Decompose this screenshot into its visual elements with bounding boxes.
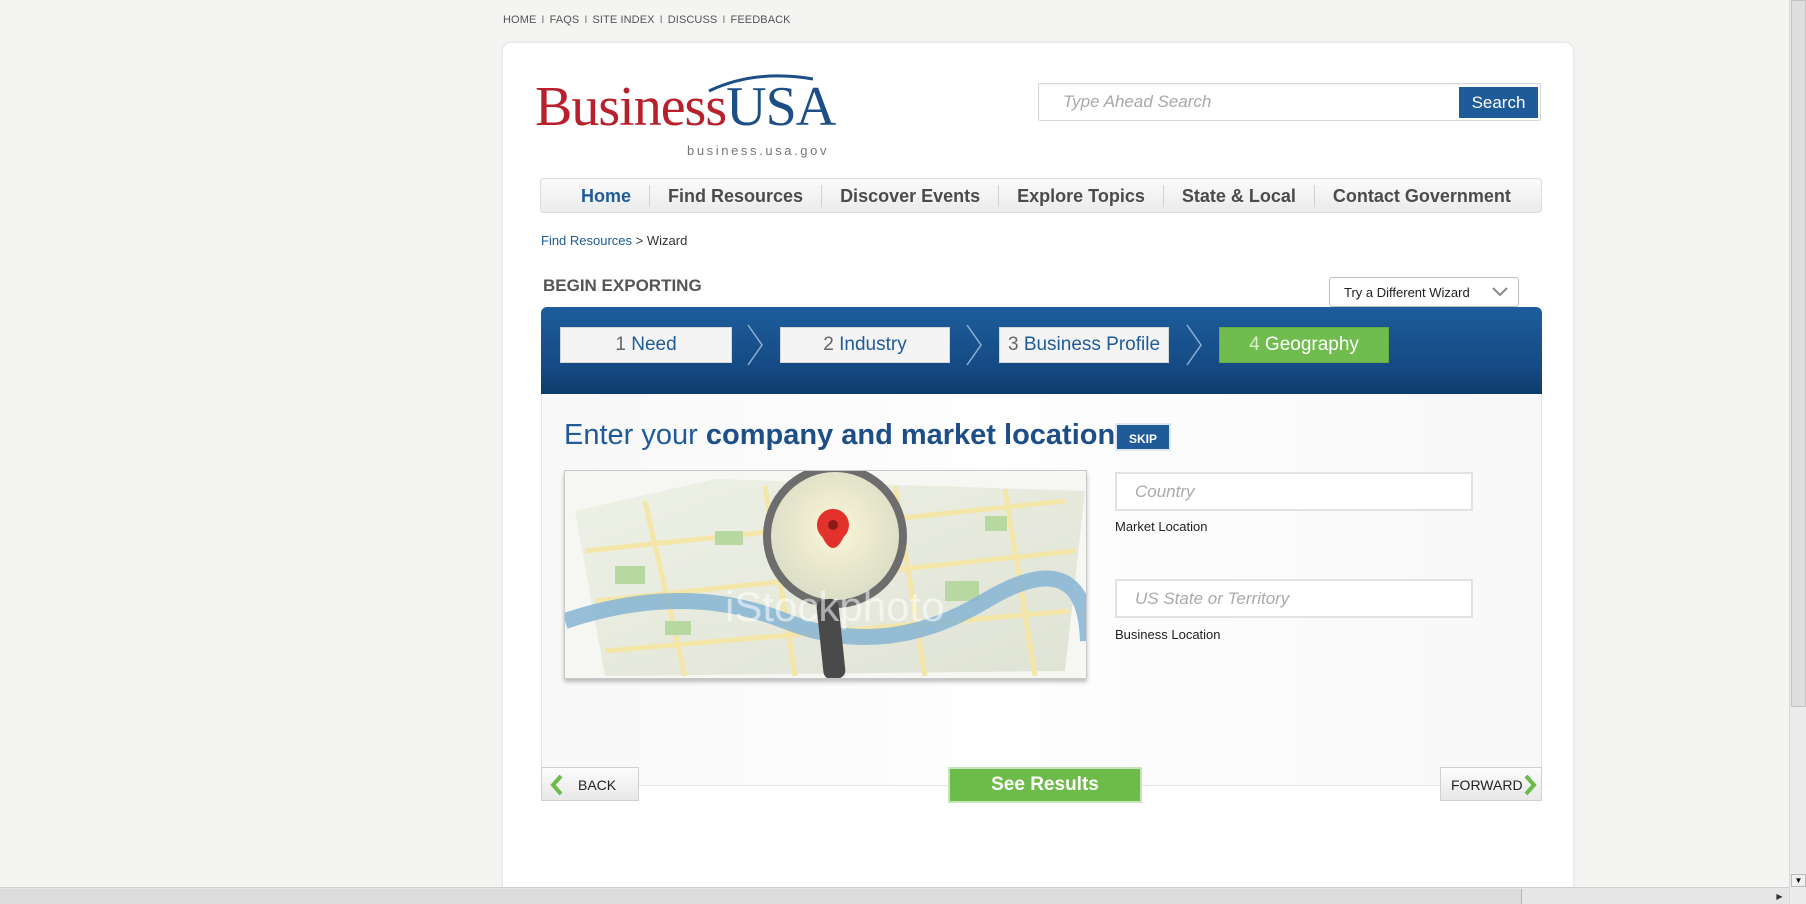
logo-usa: USA <box>726 76 836 138</box>
logo-business: Business <box>535 76 727 138</box>
headline-plain: Enter your <box>564 419 698 451</box>
utility-link-feedback[interactable]: FEEDBACK <box>731 14 791 26</box>
separator: I <box>722 14 726 26</box>
chevron-right-icon <box>1186 324 1202 366</box>
scroll-right-arrow-icon[interactable]: ▶ <box>1770 889 1789 904</box>
market-location-label: Market Location <box>1115 519 1208 534</box>
chevron-right-icon <box>747 324 763 366</box>
step-label: Business Profile <box>1023 334 1161 355</box>
horizontal-scroll-thumb[interactable] <box>0 889 1522 904</box>
scroll-down-arrow-icon[interactable]: ▼ <box>1791 874 1806 887</box>
utility-link-home[interactable]: HOME <box>503 14 536 26</box>
chevron-right-icon <box>1524 774 1537 796</box>
wizard-select-dropdown[interactable]: Try a Different Wizard <box>1329 277 1519 307</box>
wizard-steps-bar: 1 Need 2 Industry 3 Business Profile 4 G… <box>541 307 1542 394</box>
back-label: BACK <box>578 777 617 793</box>
vertical-scroll-thumb[interactable] <box>1791 0 1806 707</box>
step-headline: Enter your company and market location <box>564 419 1115 452</box>
nav-state-local[interactable]: State & Local <box>1162 184 1314 207</box>
utility-nav: HOME I FAQS I SITE INDEX I DISCUSS I FEEDBACK <box>503 14 791 26</box>
logo-domain: business.usa.gov <box>687 143 830 158</box>
image-watermark: iStockphoto <box>725 583 945 630</box>
breadcrumb: Find Resources > Wizard <box>541 233 687 248</box>
country-input[interactable] <box>1117 474 1471 509</box>
country-field <box>1115 472 1473 511</box>
see-results-button[interactable]: See Results <box>948 767 1142 803</box>
separator: I <box>659 14 663 26</box>
section-title: BEGIN EXPORTING <box>543 276 702 295</box>
horizontal-scrollbar[interactable]: ▶ <box>0 887 1789 904</box>
chevron-left-icon <box>550 774 563 796</box>
breadcrumb-separator: > <box>635 233 644 248</box>
map-magnifier-image: iStockphoto <box>564 470 1087 679</box>
chevron-right-icon <box>966 324 982 366</box>
breadcrumb-current: Wizard <box>646 233 688 248</box>
breadcrumb-find-resources[interactable]: Find Resources <box>541 233 632 248</box>
step-label: Need <box>631 334 677 355</box>
nav-find-resources[interactable]: Find Resources <box>649 184 821 207</box>
map-illustration <box>565 471 1086 678</box>
forward-label: FORWARD <box>1451 777 1523 793</box>
business-location-label: Business Location <box>1115 627 1221 642</box>
vertical-scrollbar[interactable]: ▼ <box>1789 0 1806 904</box>
search-box: Search <box>1038 83 1541 121</box>
wizard-panel: Enter your company and market location S… <box>541 394 1542 803</box>
skip-button[interactable]: SKIP <box>1115 423 1171 451</box>
nav-explore-topics[interactable]: Explore Topics <box>998 184 1163 207</box>
nav-home[interactable]: Home <box>563 185 649 207</box>
utility-link-site-index[interactable]: SITE INDEX <box>592 14 654 26</box>
headline-bold: company and market location <box>705 419 1116 451</box>
step-number: 2 <box>823 334 834 355</box>
step-number: 3 <box>1007 334 1019 355</box>
search-input[interactable] <box>1047 88 1447 116</box>
step-industry[interactable]: 2 Industry <box>780 327 950 363</box>
chevron-down-icon <box>1492 287 1508 297</box>
search-button[interactable]: Search <box>1459 87 1538 118</box>
forward-button[interactable]: FORWARD <box>1440 767 1542 801</box>
state-field <box>1115 579 1473 618</box>
nav-discover-events[interactable]: Discover Events <box>821 184 998 207</box>
utility-link-discuss[interactable]: DISCUSS <box>668 14 718 26</box>
step-geography[interactable]: 4 Geography <box>1219 327 1389 363</box>
logo-wordmark: BusinessUSA <box>535 76 836 138</box>
utility-link-faqs[interactable]: FAQS <box>550 14 580 26</box>
step-label: Industry <box>839 334 907 355</box>
main-nav: Home Find Resources Discover Events Expl… <box>540 178 1542 213</box>
main-card: BusinessUSA business.usa.gov Search Home… <box>503 43 1573 893</box>
separator: I <box>541 14 545 26</box>
step-number: 4 <box>1249 334 1260 355</box>
businessusa-logo[interactable]: BusinessUSA business.usa.gov <box>535 71 845 158</box>
back-button[interactable]: BACK <box>541 767 639 801</box>
step-business-profile[interactable]: 3 Business Profile <box>999 327 1169 363</box>
separator: I <box>584 14 588 26</box>
step-number: 1 <box>615 334 626 355</box>
step-need[interactable]: 1 Need <box>560 327 732 363</box>
nav-contact-government[interactable]: Contact Government <box>1313 184 1529 207</box>
wizard-select-label: Try a Different Wizard <box>1344 285 1470 300</box>
step-label: Geography <box>1264 334 1359 355</box>
state-input[interactable] <box>1117 581 1471 616</box>
